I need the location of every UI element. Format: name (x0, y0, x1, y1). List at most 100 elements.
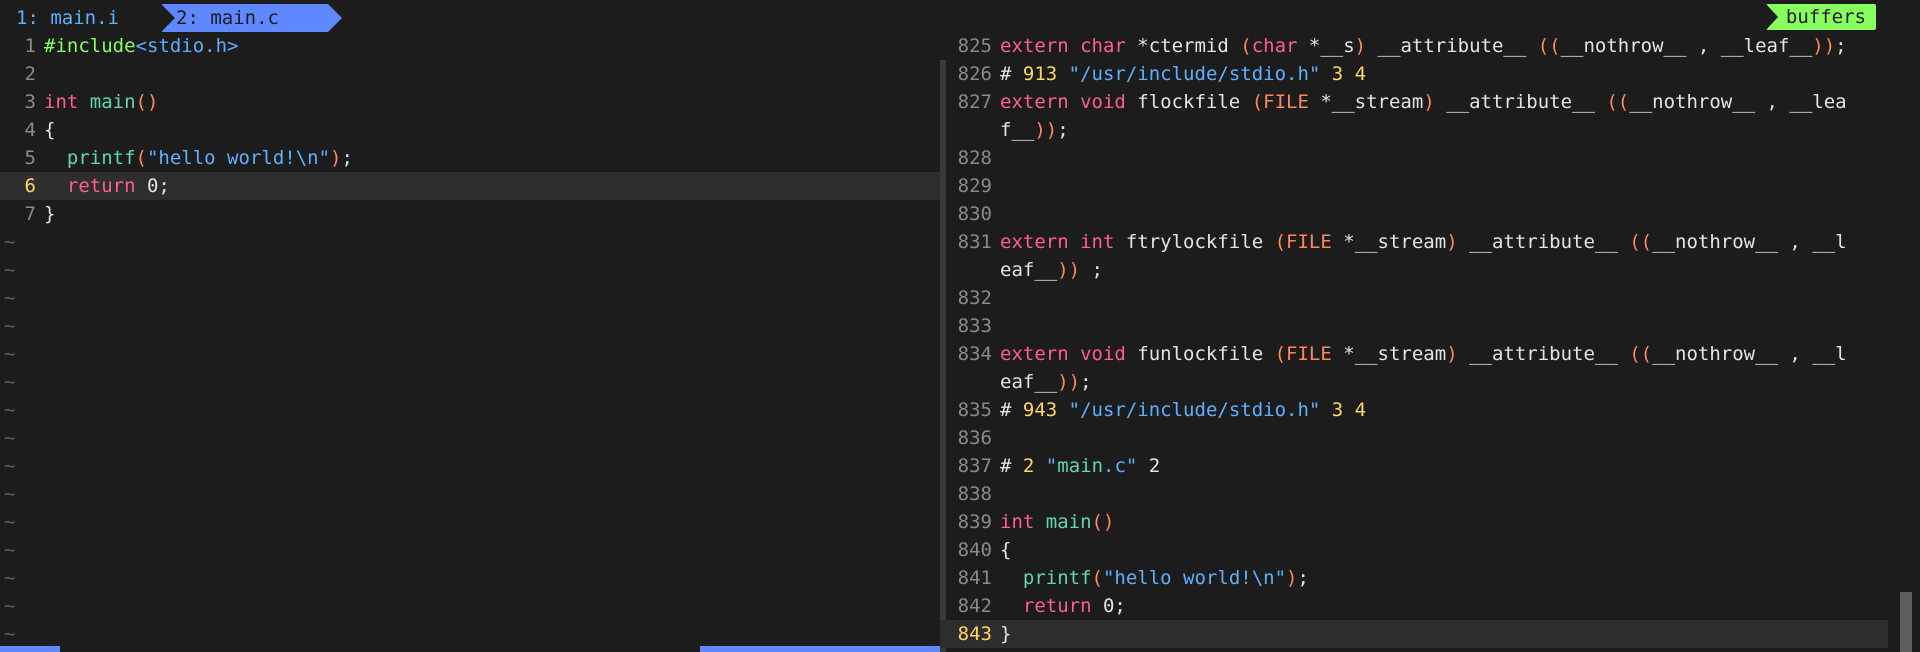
code-line[interactable]: 832 (940, 284, 1888, 312)
line-number: 838 (957, 483, 992, 505)
buffers-indicator: buffers (1765, 4, 1876, 30)
line-number: 7 (24, 203, 36, 225)
code-line[interactable]: 1 #include<stdio.h> (0, 32, 940, 60)
line-number: 825 (957, 35, 992, 57)
scrollbar-thumb[interactable] (1900, 592, 1912, 652)
code-text[interactable]: int main() (44, 91, 158, 113)
code-line[interactable]: 833 (940, 312, 1888, 340)
tabline: 1: main.i 2: main.c buffers (0, 0, 1920, 32)
code-text[interactable]: eaf__)) ; (1000, 259, 1103, 281)
code-text[interactable]: { (44, 119, 55, 141)
statusline-mid (700, 646, 940, 652)
code-text[interactable]: } (1000, 623, 1011, 645)
line-number: 835 (957, 399, 992, 421)
line-number: 833 (957, 315, 992, 337)
code-line[interactable]: 829 (940, 172, 1888, 200)
code-text[interactable]: return 0; (1000, 595, 1126, 617)
empty-line-tilde: ~ (4, 371, 16, 393)
empty-line-tilde: ~ (4, 483, 16, 505)
empty-line-tilde: ~ (4, 455, 16, 477)
code-line[interactable]: 5 printf("hello world!\n"); (0, 144, 940, 172)
line-number: 840 (957, 539, 992, 561)
empty-line-tilde: ~ (4, 315, 16, 337)
tab-main-i[interactable]: 1: main.i (2, 4, 160, 32)
code-line[interactable]: 838 (940, 480, 1888, 508)
line-number: 3 (24, 91, 36, 113)
code-text[interactable]: eaf__)); (1000, 371, 1092, 393)
code-text[interactable]: int main() (1000, 511, 1114, 533)
code-line[interactable]: eaf__)) ; (940, 256, 1888, 284)
code-line[interactable]: 835 # 943 "/usr/include/stdio.h" 3 4 (940, 396, 1888, 424)
code-line[interactable]: 830 (940, 200, 1888, 228)
code-line[interactable]: 825 extern char *ctermid (char *__s) __at… (940, 32, 1888, 60)
line-number: 826 (957, 63, 992, 85)
code-text[interactable]: extern int ftrylockfile (FILE *__stream)… (1000, 231, 1847, 253)
code-text[interactable]: printf("hello world!\n"); (1000, 567, 1309, 589)
line-number: 4 (24, 119, 36, 141)
empty-line-tilde: ~ (4, 343, 16, 365)
line-number: 841 (957, 567, 992, 589)
line-number: 2 (24, 63, 36, 85)
code-text[interactable]: # 913 "/usr/include/stdio.h" 3 4 (1000, 63, 1366, 85)
code-text[interactable]: extern void funlockfile (FILE *__stream)… (1000, 343, 1847, 365)
empty-line-tilde: ~ (4, 595, 16, 617)
code-line[interactable]: 837 # 2 "main.c" 2 (940, 452, 1888, 480)
code-text[interactable]: printf("hello world!\n"); (44, 147, 353, 169)
line-number: 832 (957, 287, 992, 309)
left-editor-pane[interactable]: 1 #include<stdio.h> 2 3 int main() 4{5 printf… (0, 32, 940, 652)
code-line[interactable]: 841 printf("hello world!\n"); (940, 564, 1888, 592)
line-number: 828 (957, 147, 992, 169)
code-line[interactable]: 834 extern void funlockfile (FILE *__stre… (940, 340, 1888, 368)
code-line[interactable]: 828 (940, 144, 1888, 172)
line-number: 1 (24, 35, 36, 57)
tab-main-c[interactable]: 2: main.c (161, 4, 342, 32)
line-number: 829 (957, 175, 992, 197)
code-line[interactable]: 6 return 0; (0, 172, 940, 200)
code-line[interactable]: 827 extern void flockfile (FILE *__stream… (940, 88, 1888, 116)
code-line[interactable]: 843} (940, 620, 1888, 648)
line-number: 842 (957, 595, 992, 617)
empty-line-tilde: ~ (4, 623, 16, 645)
code-text[interactable]: f__)); (1000, 119, 1069, 141)
code-line[interactable]: 831 extern int ftrylockfile (FILE *__stre… (940, 228, 1888, 256)
empty-line-tilde: ~ (4, 287, 16, 309)
line-number: 839 (957, 511, 992, 533)
line-number: 843 (957, 623, 992, 645)
code-text[interactable]: extern void flockfile (FILE *__stream) _… (1000, 91, 1847, 113)
code-text[interactable]: return 0; (44, 175, 170, 197)
line-number: 6 (24, 175, 36, 197)
code-line[interactable]: 840 { (940, 536, 1888, 564)
code-line[interactable]: 2 (0, 60, 940, 88)
empty-line-tilde: ~ (4, 259, 16, 281)
empty-line-tilde: ~ (4, 427, 16, 449)
code-line[interactable]: 4{ (0, 116, 940, 144)
code-line[interactable]: 836 (940, 424, 1888, 452)
code-text[interactable]: } (44, 203, 55, 225)
line-number: 837 (957, 455, 992, 477)
code-line[interactable]: 7} (0, 200, 940, 228)
code-line[interactable]: 826 # 913 "/usr/include/stdio.h" 3 4 (940, 60, 1888, 88)
empty-line-tilde: ~ (4, 231, 16, 253)
code-text[interactable]: extern char *ctermid (char *__s) __attri… (1000, 35, 1847, 57)
code-line[interactable]: 3 int main() (0, 88, 940, 116)
line-number: 831 (957, 231, 992, 253)
line-number: 834 (957, 343, 992, 365)
right-editor-pane[interactable]: 825 extern char *ctermid (char *__s) __at… (940, 32, 1888, 652)
code-text[interactable]: # 2 "main.c" 2 (1000, 455, 1160, 477)
code-text[interactable]: { (1000, 539, 1011, 561)
empty-line-tilde: ~ (4, 539, 16, 561)
scrollbar[interactable] (1888, 32, 1920, 652)
code-text[interactable]: #include<stdio.h> (44, 35, 238, 57)
empty-line-tilde: ~ (4, 399, 16, 421)
empty-line-tilde: ~ (4, 511, 16, 533)
statusline-left (0, 646, 60, 652)
line-number: 836 (957, 427, 992, 449)
line-number: 5 (24, 147, 36, 169)
code-line[interactable]: 842 return 0; (940, 592, 1888, 620)
line-number: 830 (957, 203, 992, 225)
code-line[interactable]: 839 int main() (940, 508, 1888, 536)
code-line[interactable]: f__)); (940, 116, 1888, 144)
code-text[interactable]: # 943 "/usr/include/stdio.h" 3 4 (1000, 399, 1366, 421)
code-line[interactable]: eaf__)); (940, 368, 1888, 396)
empty-line-tilde: ~ (4, 567, 16, 589)
